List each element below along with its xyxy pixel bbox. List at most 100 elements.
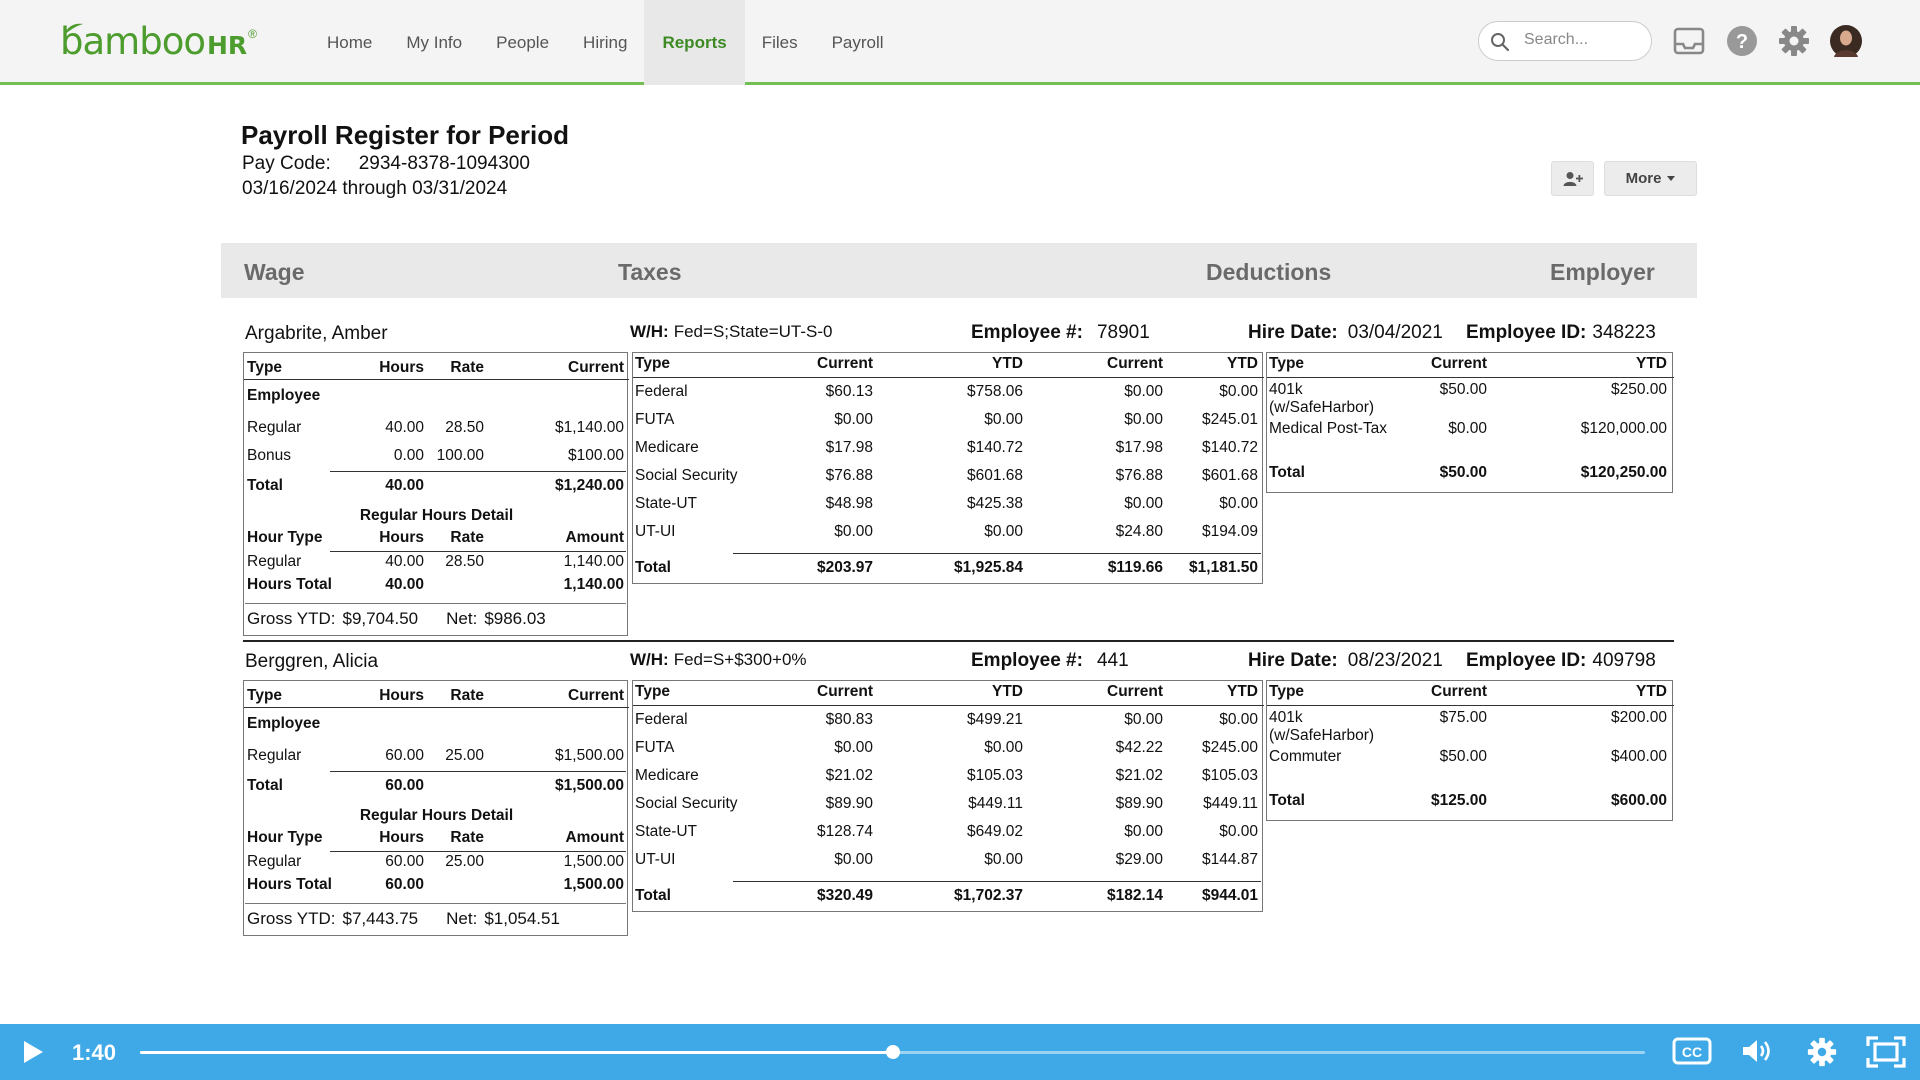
nav-my-info[interactable]: My Info bbox=[389, 0, 479, 85]
employee-id-field: Employee ID: 348223 bbox=[1466, 322, 1656, 344]
ded-row-type: 401k bbox=[1269, 381, 1303, 398]
wage-row-hours: 40.00 bbox=[385, 419, 424, 436]
net-value: $986.03 bbox=[484, 609, 546, 628]
wage-row-type: Regular bbox=[247, 419, 302, 436]
video-progress-track[interactable] bbox=[140, 1045, 1645, 1059]
divider bbox=[633, 377, 1264, 378]
pay-code-label: Pay Code: bbox=[242, 153, 331, 174]
gross-ytd-value: $7,443.75 bbox=[342, 909, 419, 928]
tax-header-4: YTD bbox=[1227, 683, 1258, 700]
ded-row-ytd: $120,000.00 bbox=[1580, 420, 1667, 437]
employee-number-field: Employee #: 441 bbox=[971, 650, 1129, 672]
ded-header-type: Type bbox=[1269, 683, 1305, 700]
nav-payroll[interactable]: Payroll bbox=[815, 0, 901, 85]
add-person-button[interactable] bbox=[1551, 161, 1594, 196]
nav-hiring[interactable]: Hiring bbox=[566, 0, 644, 85]
wage-row-hours: 0.00 bbox=[393, 447, 424, 464]
divider bbox=[733, 553, 1261, 554]
ded-header-current: Current bbox=[1431, 683, 1487, 700]
wage-header-hours: Hours bbox=[379, 359, 424, 376]
detail-header-type: Hour Type bbox=[247, 829, 323, 846]
wage-row-rate: 100.00 bbox=[436, 447, 484, 464]
divider bbox=[330, 771, 626, 772]
tax-total-current: $203.97 bbox=[816, 559, 873, 576]
ded-row-current: $50.00 bbox=[1439, 381, 1487, 398]
wage-group-employee: Employee bbox=[247, 715, 321, 732]
nav-reports[interactable]: Reports bbox=[644, 0, 745, 85]
tax-row-ytd: $499.21 bbox=[966, 711, 1023, 728]
ded-row-ytd: $400.00 bbox=[1610, 748, 1667, 765]
tax-row-ytd: $758.06 bbox=[966, 383, 1023, 400]
detail-header-amount: Amount bbox=[565, 529, 624, 546]
hire-date-label: Hire Date: bbox=[1248, 650, 1338, 671]
tax-row-employer-ytd: $245.00 bbox=[1201, 739, 1258, 756]
nav-files[interactable]: Files bbox=[745, 0, 815, 85]
tax-row-employer-ytd: $0.00 bbox=[1219, 711, 1258, 728]
ded-total-current: $125.00 bbox=[1430, 792, 1487, 809]
wage-row-current: $1,140.00 bbox=[555, 419, 624, 436]
gear-icon[interactable] bbox=[1777, 24, 1811, 58]
wh-label: W/H: bbox=[630, 322, 669, 341]
play-icon[interactable] bbox=[22, 1040, 44, 1064]
detail-row-amount: 1,140.00 bbox=[563, 553, 624, 570]
avatar[interactable] bbox=[1829, 24, 1863, 58]
tax-row-ytd: $105.03 bbox=[966, 767, 1023, 784]
report-title: Payroll Register for Period bbox=[241, 120, 569, 150]
svg-text:?: ? bbox=[1736, 31, 1748, 53]
bamboo-leaf-icon bbox=[64, 23, 83, 35]
divider bbox=[1267, 705, 1674, 706]
ded-header-current: Current bbox=[1431, 355, 1487, 372]
wage-row-rate: 28.50 bbox=[445, 419, 484, 436]
regular-hours-detail-title: Regular Hours Detail bbox=[359, 507, 514, 524]
detail-header-amount: Amount bbox=[565, 829, 624, 846]
help-icon[interactable]: ? bbox=[1725, 24, 1759, 58]
hire-date-value: 08/23/2021 bbox=[1347, 650, 1443, 671]
wage-table: Type Hours Rate Current Employee Regular 60.00… bbox=[243, 680, 629, 936]
nav-home[interactable]: Home bbox=[310, 0, 389, 85]
wage-row-type: Regular bbox=[247, 747, 302, 764]
section-employer: Employer bbox=[1550, 259, 1655, 285]
wage-total-current: $1,500.00 bbox=[555, 777, 624, 794]
fullscreen-icon[interactable] bbox=[1866, 1036, 1906, 1068]
tax-row-employer-current: $42.22 bbox=[1115, 739, 1163, 756]
tax-row-type: Social Security bbox=[635, 795, 738, 812]
tax-row-current: $0.00 bbox=[834, 739, 873, 756]
gross-divider bbox=[245, 603, 626, 604]
inbox-icon[interactable] bbox=[1672, 24, 1706, 58]
tax-row-employer-ytd: $245.01 bbox=[1201, 411, 1258, 428]
bamboohr-logo[interactable]: bamboo HR ® bbox=[60, 20, 257, 63]
net-label: Net: bbox=[446, 609, 478, 628]
ded-row-current: $0.00 bbox=[1448, 420, 1487, 437]
volume-icon[interactable] bbox=[1740, 1036, 1774, 1066]
search-icon[interactable] bbox=[1490, 32, 1510, 52]
divider bbox=[330, 551, 626, 552]
video-scrubber-handle[interactable] bbox=[885, 1045, 900, 1059]
hours-total-label: Hours Total bbox=[247, 576, 332, 593]
tax-row-employer-ytd: $601.68 bbox=[1201, 467, 1258, 484]
more-button[interactable]: More bbox=[1604, 161, 1697, 196]
tax-row-current: $21.02 bbox=[825, 767, 873, 784]
tax-total-employer-ytd: $944.01 bbox=[1201, 887, 1258, 904]
tax-row-employer-current: $29.00 bbox=[1115, 851, 1163, 868]
tax-header-4: YTD bbox=[1227, 355, 1258, 372]
ded-total-label: Total bbox=[1269, 464, 1305, 481]
tax-row-type: Medicare bbox=[635, 767, 699, 784]
nav-people[interactable]: People bbox=[479, 0, 566, 85]
cc-icon[interactable]: CC bbox=[1672, 1036, 1712, 1066]
tax-row-ytd: $601.68 bbox=[966, 467, 1023, 484]
employee-id-label: Employee ID: bbox=[1466, 650, 1587, 671]
employee-name: Argabrite, Amber bbox=[245, 323, 388, 344]
regular-hours-detail-title: Regular Hours Detail bbox=[359, 807, 514, 824]
tax-header-3: Current bbox=[1107, 355, 1163, 372]
search-input[interactable] bbox=[1524, 31, 1644, 49]
tax-total-label: Total bbox=[635, 559, 671, 576]
tax-row-ytd: $0.00 bbox=[984, 411, 1023, 428]
tax-row-current: $128.74 bbox=[816, 823, 873, 840]
top-navigation: bamboo HR ® Home My Info People Hiring R… bbox=[0, 0, 1920, 85]
settings-icon[interactable] bbox=[1806, 1036, 1838, 1068]
detail-row-rate: 28.50 bbox=[445, 553, 484, 570]
employee-block: Berggren, Alicia W/H: Fed=S+$300+0% Employe… bbox=[0, 646, 1920, 956]
video-progress-fill bbox=[140, 1051, 893, 1054]
wage-row-hours: 60.00 bbox=[385, 747, 424, 764]
wage-row-rate: 25.00 bbox=[445, 747, 484, 764]
